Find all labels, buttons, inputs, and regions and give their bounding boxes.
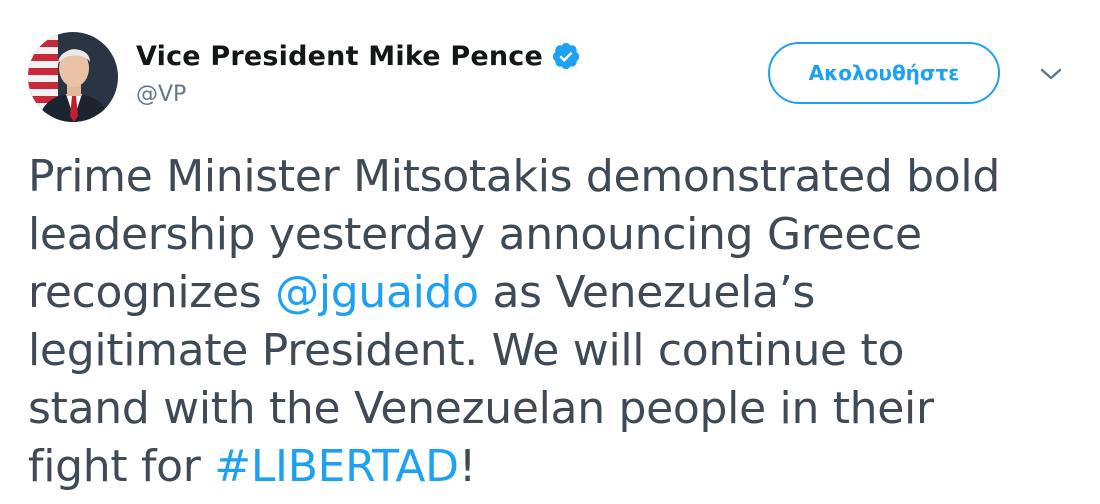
tweet-text-segment: recognizes: [28, 267, 276, 318]
follow-button[interactable]: Ακολουθήστε: [768, 42, 1000, 104]
tweet-line: stand with the Venezuelan people in thei…: [28, 383, 934, 434]
tweet-line: leadership yesterday announcing Greece: [28, 209, 922, 260]
name-row: Vice President Mike Pence: [136, 34, 581, 78]
mention-link[interactable]: @jguaido: [275, 267, 479, 318]
author-info: Vice President Mike Pence @VP: [136, 34, 581, 107]
author-handle[interactable]: @VP: [136, 82, 581, 107]
avatar[interactable]: [28, 32, 118, 122]
tweet-text-segment: fight for: [28, 441, 215, 492]
tweet-text: Prime Minister Mitsotakis demonstrated b…: [28, 148, 1088, 496]
tweet-line: recognizes @jguaido as Venezuela’s: [28, 264, 1088, 322]
hashtag-link[interactable]: #LIBERTAD: [214, 441, 459, 492]
tweet-text-segment: !: [458, 441, 477, 492]
tweet-text-segment: as Venezuela’s: [478, 267, 816, 318]
chevron-down-icon[interactable]: [1036, 62, 1066, 86]
tweet-line: Prime Minister Mitsotakis demonstrated b…: [28, 151, 1000, 202]
tweet-line: fight for #LIBERTAD!: [28, 438, 1088, 496]
verified-badge-icon: [552, 42, 580, 70]
profile-photo-icon: [28, 32, 118, 122]
tweet-card: Vice President Mike Pence @VP Ακολουθήστ…: [0, 0, 1100, 504]
author-display-name[interactable]: Vice President Mike Pence: [136, 41, 543, 72]
tweet-line: legitimate President. We will continue t…: [28, 325, 905, 376]
